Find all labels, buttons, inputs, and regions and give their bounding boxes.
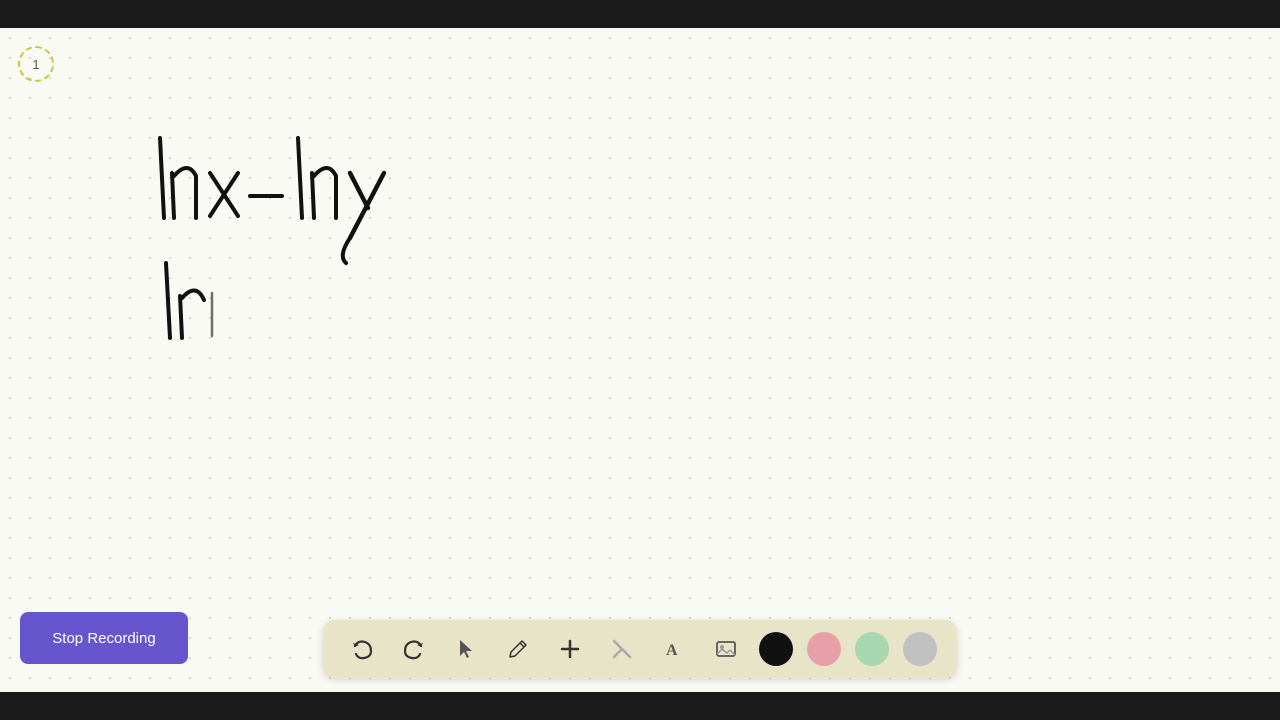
undo-icon	[351, 638, 373, 660]
redo-icon	[403, 638, 425, 660]
page-number: 1	[32, 57, 39, 72]
text-button[interactable]: A	[655, 630, 693, 668]
top-bar	[0, 0, 1280, 28]
page-indicator: 1	[18, 46, 54, 82]
stop-recording-label: Stop Recording	[52, 630, 155, 647]
svg-text:A: A	[666, 642, 678, 659]
select-icon	[455, 638, 477, 660]
color-gray[interactable]	[903, 632, 937, 666]
redo-button[interactable]	[395, 630, 433, 668]
stop-recording-button[interactable]: Stop Recording	[20, 612, 188, 664]
color-pink[interactable]	[807, 632, 841, 666]
text-icon: A	[663, 638, 685, 660]
toolbar: A	[323, 620, 957, 678]
eraser-icon	[611, 638, 633, 660]
eraser-button[interactable]	[603, 630, 641, 668]
add-button[interactable]	[551, 630, 589, 668]
pen-button[interactable]	[499, 630, 537, 668]
canvas-area: 1 Stop Recording	[0, 28, 1280, 692]
color-green[interactable]	[855, 632, 889, 666]
pen-icon	[507, 638, 529, 660]
add-icon	[559, 638, 581, 660]
undo-button[interactable]	[343, 630, 381, 668]
image-icon	[715, 638, 737, 660]
color-black[interactable]	[759, 632, 793, 666]
bottom-bar	[0, 692, 1280, 720]
select-button[interactable]	[447, 630, 485, 668]
image-button[interactable]	[707, 630, 745, 668]
canvas-drawing	[150, 108, 650, 348]
